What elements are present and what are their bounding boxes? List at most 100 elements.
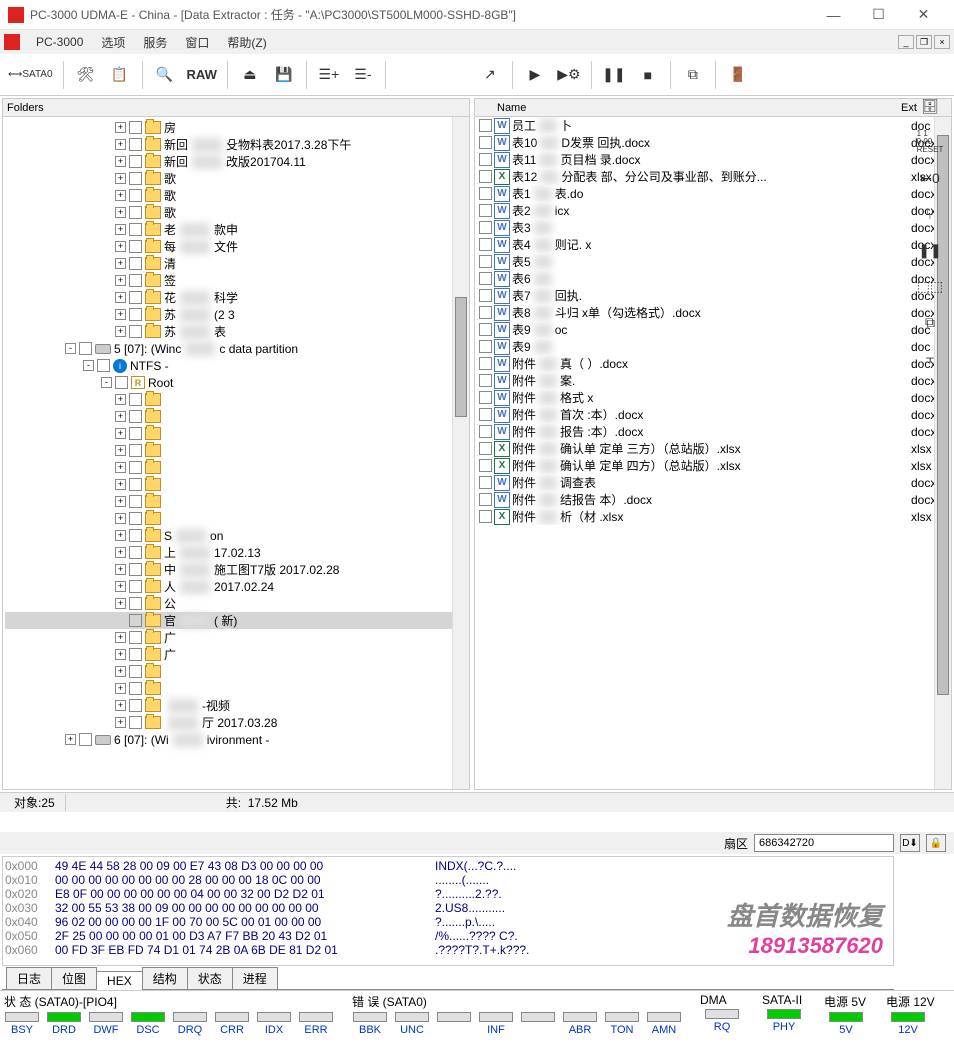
- mdi-minimize[interactable]: _: [898, 35, 914, 49]
- checkbox[interactable]: [479, 221, 492, 234]
- checkbox[interactable]: [129, 206, 142, 219]
- pause-side-icon[interactable]: ❚❚: [916, 236, 944, 264]
- file-row[interactable]: W表6xxxdocx: [475, 270, 951, 287]
- tree-row[interactable]: +新回xxxxx殳物料表2017.3.28下午: [5, 136, 467, 153]
- checkbox[interactable]: [129, 478, 142, 491]
- folder-tree[interactable]: +房+新回xxxxx殳物料表2017.3.28下午+新回xxxxx改版20170…: [3, 117, 469, 789]
- tree-row[interactable]: +广: [5, 646, 467, 663]
- expand-icon[interactable]: +: [115, 666, 126, 677]
- expand-icon[interactable]: +: [115, 598, 126, 609]
- tree-row[interactable]: +歌: [5, 170, 467, 187]
- checkbox[interactable]: [129, 495, 142, 508]
- tree-row[interactable]: +xxxxx厅 2017.03.28: [5, 714, 467, 731]
- checkbox[interactable]: [129, 274, 142, 287]
- tree-row[interactable]: +: [5, 663, 467, 680]
- tree-row[interactable]: +: [5, 459, 467, 476]
- checkbox[interactable]: [479, 391, 492, 404]
- checkbox[interactable]: [479, 425, 492, 438]
- expand-icon[interactable]: +: [115, 445, 126, 456]
- expand-icon[interactable]: +: [115, 122, 126, 133]
- checkbox[interactable]: [129, 291, 142, 304]
- sector-go-button[interactable]: D⬇: [900, 834, 920, 852]
- tree-row[interactable]: -iNTFS -: [5, 357, 467, 374]
- expand-icon[interactable]: +: [115, 717, 126, 728]
- tree-row[interactable]: +歌: [5, 204, 467, 221]
- sector-lock-icon[interactable]: 🔒: [926, 834, 946, 852]
- checkbox[interactable]: [129, 631, 142, 644]
- tree-row[interactable]: +歌: [5, 187, 467, 204]
- file-row[interactable]: W附件xxx真（ ）.docxdocx: [475, 355, 951, 372]
- expand-icon[interactable]: +: [115, 479, 126, 490]
- checkbox[interactable]: [115, 376, 128, 389]
- stop-icon[interactable]: ■: [632, 59, 664, 91]
- menu-service[interactable]: 服务: [135, 32, 175, 53]
- hex-viewer[interactable]: 盘首数据恢复 18913587620 0x00049 4E 44 58 28 0…: [2, 856, 894, 966]
- checkbox[interactable]: [129, 257, 142, 270]
- file-row[interactable]: W表9xxxdoc: [475, 338, 951, 355]
- copy-icon[interactable]: ⧉: [677, 59, 709, 91]
- disk-icon[interactable]: 💾: [268, 59, 300, 91]
- tree-row[interactable]: +: [5, 680, 467, 697]
- pause-icon[interactable]: ❚❚: [598, 59, 630, 91]
- expand-icon[interactable]: +: [115, 190, 126, 201]
- tree-row[interactable]: +: [5, 425, 467, 442]
- tree-row[interactable]: +xxxxx-视频: [5, 697, 467, 714]
- checkbox[interactable]: [479, 272, 492, 285]
- sector-input[interactable]: [754, 834, 894, 852]
- tree-row[interactable]: +花xxxxx科学: [5, 289, 467, 306]
- checkbox[interactable]: [479, 476, 492, 489]
- tab-进程[interactable]: 进程: [232, 967, 278, 989]
- tools-icon[interactable]: 🛠: [70, 59, 102, 91]
- checkbox[interactable]: [479, 323, 492, 336]
- checkbox[interactable]: [479, 238, 492, 251]
- checkbox[interactable]: [129, 648, 142, 661]
- checkbox[interactable]: [479, 255, 492, 268]
- list-add-icon[interactable]: ☰+: [313, 59, 345, 91]
- list-remove-icon[interactable]: ☰-: [347, 59, 379, 91]
- hierarchy-icon[interactable]: ⬚⬚: [916, 272, 944, 300]
- tree-row[interactable]: 官xxxxx( 新): [5, 612, 467, 629]
- checkbox[interactable]: [479, 357, 492, 370]
- menu-options[interactable]: 选项: [93, 32, 133, 53]
- checkbox[interactable]: [129, 308, 142, 321]
- minimize-button[interactable]: —: [811, 0, 856, 30]
- checkbox[interactable]: [479, 340, 492, 353]
- file-row[interactable]: W表10xxxD发票 回执.docxdocx: [475, 134, 951, 151]
- checkbox[interactable]: [79, 733, 92, 746]
- reset-icon[interactable]: 1 10 00RESET: [916, 128, 944, 156]
- file-row[interactable]: W表5xxxdocx: [475, 253, 951, 270]
- file-row[interactable]: W附件xxx格式 xdocx: [475, 389, 951, 406]
- tree-row[interactable]: +广: [5, 629, 467, 646]
- tree-row[interactable]: +: [5, 442, 467, 459]
- expand-icon[interactable]: +: [115, 411, 126, 422]
- file-row[interactable]: X附件xxx析（材 .xlsxxlsx: [475, 508, 951, 525]
- expand-icon[interactable]: -: [101, 377, 112, 388]
- expand-icon[interactable]: +: [115, 649, 126, 660]
- file-row[interactable]: X表12xxx分配表 部、分公司及事业部、到账分...xlsx: [475, 168, 951, 185]
- file-row[interactable]: W附件xxx调查表docx: [475, 474, 951, 491]
- file-row[interactable]: W附件xxx首次 :本）.docxdocx: [475, 406, 951, 423]
- expand-icon[interactable]: +: [115, 462, 126, 473]
- file-row[interactable]: X附件xxx确认单 定单 四方）（总站版）.xlsxxlsx: [475, 457, 951, 474]
- expand-icon[interactable]: +: [115, 326, 126, 337]
- checkbox[interactable]: [479, 408, 492, 421]
- checkbox[interactable]: [129, 563, 142, 576]
- checkbox[interactable]: [479, 289, 492, 302]
- checkbox[interactable]: [79, 342, 92, 355]
- checkbox[interactable]: [129, 580, 142, 593]
- file-row[interactable]: W表4xxx则记. xdocx: [475, 236, 951, 253]
- tab-日志[interactable]: 日志: [6, 967, 52, 989]
- expand-icon[interactable]: -: [83, 360, 94, 371]
- tree-row[interactable]: -RRoot: [5, 374, 467, 391]
- checkbox[interactable]: [129, 444, 142, 457]
- checkbox[interactable]: [97, 359, 110, 372]
- expand-icon[interactable]: +: [115, 513, 126, 524]
- tree-row[interactable]: +新回xxxxx改版201704.11: [5, 153, 467, 170]
- checkbox[interactable]: [129, 325, 142, 338]
- expand-icon[interactable]: +: [115, 496, 126, 507]
- checkbox[interactable]: [129, 546, 142, 559]
- binoculars-icon[interactable]: 🔍: [149, 59, 181, 91]
- expand-icon[interactable]: +: [115, 581, 126, 592]
- expand-icon[interactable]: +: [115, 428, 126, 439]
- expand-icon[interactable]: +: [115, 309, 126, 320]
